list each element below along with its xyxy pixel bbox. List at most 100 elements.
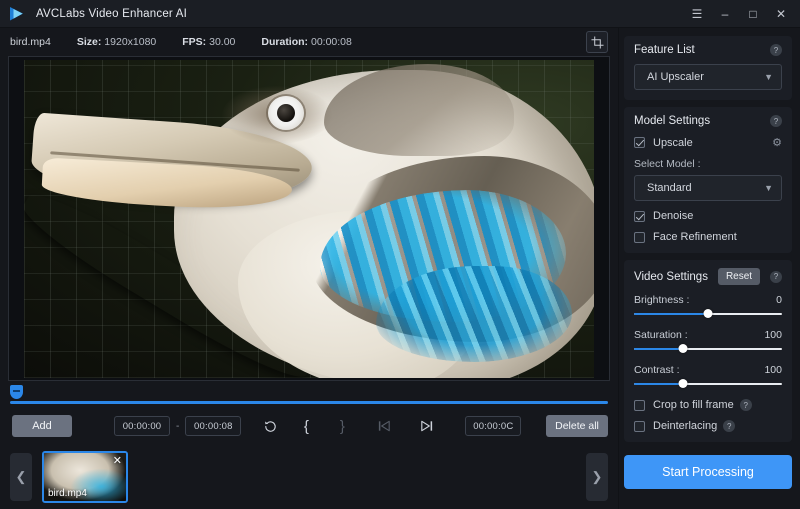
- end-time-field[interactable]: 00:00:08: [185, 416, 242, 436]
- crop-to-fill-row[interactable]: Crop to fill frame ?: [634, 399, 782, 411]
- upscale-row[interactable]: Upscale ⚙: [634, 136, 782, 149]
- model-select-value: Standard: [647, 182, 692, 194]
- mark-in-button[interactable]: {: [293, 414, 319, 438]
- upscale-checkbox[interactable]: [634, 137, 645, 148]
- reset-button[interactable]: Reset: [717, 268, 761, 285]
- app-body: bird.mp4 Size: 1920x1080 FPS: 30.00 Dura…: [0, 28, 800, 509]
- transport-controls: Add 00:00:00 - 00:00:08 { } 00:00:0C Del…: [0, 407, 618, 445]
- contrast-value: 100: [764, 364, 782, 376]
- skip-previous-icon[interactable]: [371, 414, 397, 438]
- timeline-track[interactable]: [10, 401, 608, 404]
- chevron-left-icon[interactable]: ❮: [10, 453, 32, 501]
- model-settings-header: Model Settings ?: [634, 115, 782, 127]
- slider-fill: [634, 383, 683, 385]
- editor-area: bird.mp4 Size: 1920x1080 FPS: 30.00 Dura…: [0, 28, 618, 509]
- slider-knob[interactable]: [678, 379, 688, 388]
- close-icon[interactable]: ✕: [113, 456, 122, 467]
- feature-select-value: AI Upscaler: [647, 71, 704, 83]
- crop-to-fill-checkbox[interactable]: [634, 399, 645, 411]
- chevron-right-icon[interactable]: ❯: [586, 453, 608, 501]
- question-mark-icon[interactable]: ?: [770, 270, 782, 283]
- timeline-playhead[interactable]: [10, 385, 23, 399]
- skip-next-icon[interactable]: [413, 414, 439, 438]
- model-settings-card: Model Settings ? Upscale ⚙ Select Model …: [624, 107, 792, 253]
- contrast-slider[interactable]: [634, 378, 782, 390]
- range-separator: -: [176, 420, 180, 432]
- add-button[interactable]: Add: [12, 415, 72, 437]
- video-preview-stage[interactable]: [8, 56, 610, 381]
- start-time-field[interactable]: 00:00:00: [114, 416, 170, 436]
- app-title: AVCLabs Video Enhancer AI: [36, 7, 187, 20]
- mark-out-button[interactable]: }: [329, 414, 355, 438]
- current-time-field[interactable]: 00:00:0C: [465, 416, 522, 436]
- question-mark-icon[interactable]: ?: [739, 399, 752, 411]
- delete-all-button[interactable]: Delete all: [546, 415, 608, 437]
- panel-divider: [618, 28, 619, 509]
- contrast-label-row: Contrast : 100: [634, 364, 782, 376]
- video-settings-card: Video Settings Reset ? Brightness : 0 Sa…: [624, 260, 792, 442]
- list-item[interactable]: ✕ bird.mp4: [42, 451, 128, 503]
- app-logo-icon: [8, 4, 28, 24]
- question-mark-icon[interactable]: ?: [770, 115, 782, 127]
- crop-icon[interactable]: [586, 31, 608, 53]
- mark-in-label: {: [303, 417, 309, 435]
- minimize-icon[interactable]: –: [712, 2, 738, 26]
- brightness-slider[interactable]: [634, 308, 782, 320]
- denoise-row[interactable]: Denoise: [634, 210, 782, 222]
- feature-select[interactable]: AI Upscaler ▼: [634, 64, 782, 90]
- model-select[interactable]: Standard ▼: [634, 175, 782, 201]
- video-settings-title: Video Settings: [634, 270, 708, 283]
- slider-knob[interactable]: [703, 309, 713, 318]
- question-mark-icon[interactable]: ?: [770, 44, 782, 56]
- maximize-icon[interactable]: □: [740, 2, 766, 26]
- timeline[interactable]: [8, 385, 610, 407]
- face-refinement-row[interactable]: Face Refinement: [634, 231, 782, 243]
- slider-fill: [634, 313, 708, 315]
- saturation-slider[interactable]: [634, 343, 782, 355]
- settings-sidebar: Feature List ? AI Upscaler ▼ Model Setti…: [618, 28, 800, 509]
- feature-list-card: Feature List ? AI Upscaler ▼: [624, 36, 792, 100]
- video-frame: [24, 59, 594, 378]
- media-fps: FPS: 30.00: [182, 36, 235, 48]
- deinterlacing-checkbox[interactable]: [634, 420, 645, 432]
- face-refinement-label: Face Refinement: [653, 231, 737, 243]
- video-settings-header: Video Settings Reset ?: [634, 268, 782, 285]
- window-controls: ☰ – □ ✕: [684, 2, 794, 26]
- gear-icon[interactable]: ⚙: [772, 136, 782, 149]
- media-duration-value: 00:00:08: [310, 36, 352, 48]
- media-info-bar: bird.mp4 Size: 1920x1080 FPS: 30.00 Dura…: [0, 28, 618, 56]
- denoise-label: Denoise: [653, 210, 694, 222]
- media-size-value: 1920x1080: [104, 36, 157, 48]
- deinterlacing-row[interactable]: Deinterlacing ?: [634, 420, 782, 432]
- feature-list-title: Feature List: [634, 44, 695, 56]
- face-refinement-checkbox[interactable]: [634, 231, 645, 243]
- brightness-label-row: Brightness : 0: [634, 294, 782, 306]
- media-size-label: Size:: [76, 36, 102, 48]
- start-processing-button[interactable]: Start Processing: [624, 455, 792, 489]
- saturation-label-row: Saturation : 100: [634, 329, 782, 341]
- model-settings-title: Model Settings: [634, 115, 711, 127]
- media-duration-label: Duration:: [261, 36, 309, 48]
- rotate-ccw-icon[interactable]: [257, 414, 283, 438]
- denoise-checkbox[interactable]: [634, 210, 645, 222]
- deinterlacing-label: Deinterlacing: [653, 420, 718, 432]
- slider-knob[interactable]: [678, 344, 688, 353]
- saturation-value: 100: [764, 329, 782, 341]
- chevron-down-icon: ▼: [764, 183, 773, 193]
- upscale-label: Upscale: [653, 136, 693, 149]
- select-model-label: Select Model :: [634, 158, 701, 170]
- hamburger-menu-icon[interactable]: ☰: [684, 2, 710, 26]
- contrast-label: Contrast :: [634, 364, 680, 376]
- media-duration: Duration: 00:00:08: [261, 36, 351, 48]
- feature-list-header: Feature List ?: [634, 44, 782, 56]
- brightness-label: Brightness :: [634, 294, 690, 306]
- saturation-label: Saturation :: [634, 329, 688, 341]
- question-mark-icon[interactable]: ?: [723, 420, 736, 432]
- filmstrip: ❮ ✕ bird.mp4 ❯: [0, 445, 618, 509]
- app-window: AVCLabs Video Enhancer AI ☰ – □ ✕ bird.m…: [0, 0, 800, 509]
- brightness-value: 0: [776, 294, 782, 306]
- media-fps-value: 30.00: [209, 36, 236, 48]
- close-icon[interactable]: ✕: [768, 2, 794, 26]
- thumbnail-label: bird.mp4: [48, 488, 87, 499]
- mark-out-label: }: [339, 417, 345, 435]
